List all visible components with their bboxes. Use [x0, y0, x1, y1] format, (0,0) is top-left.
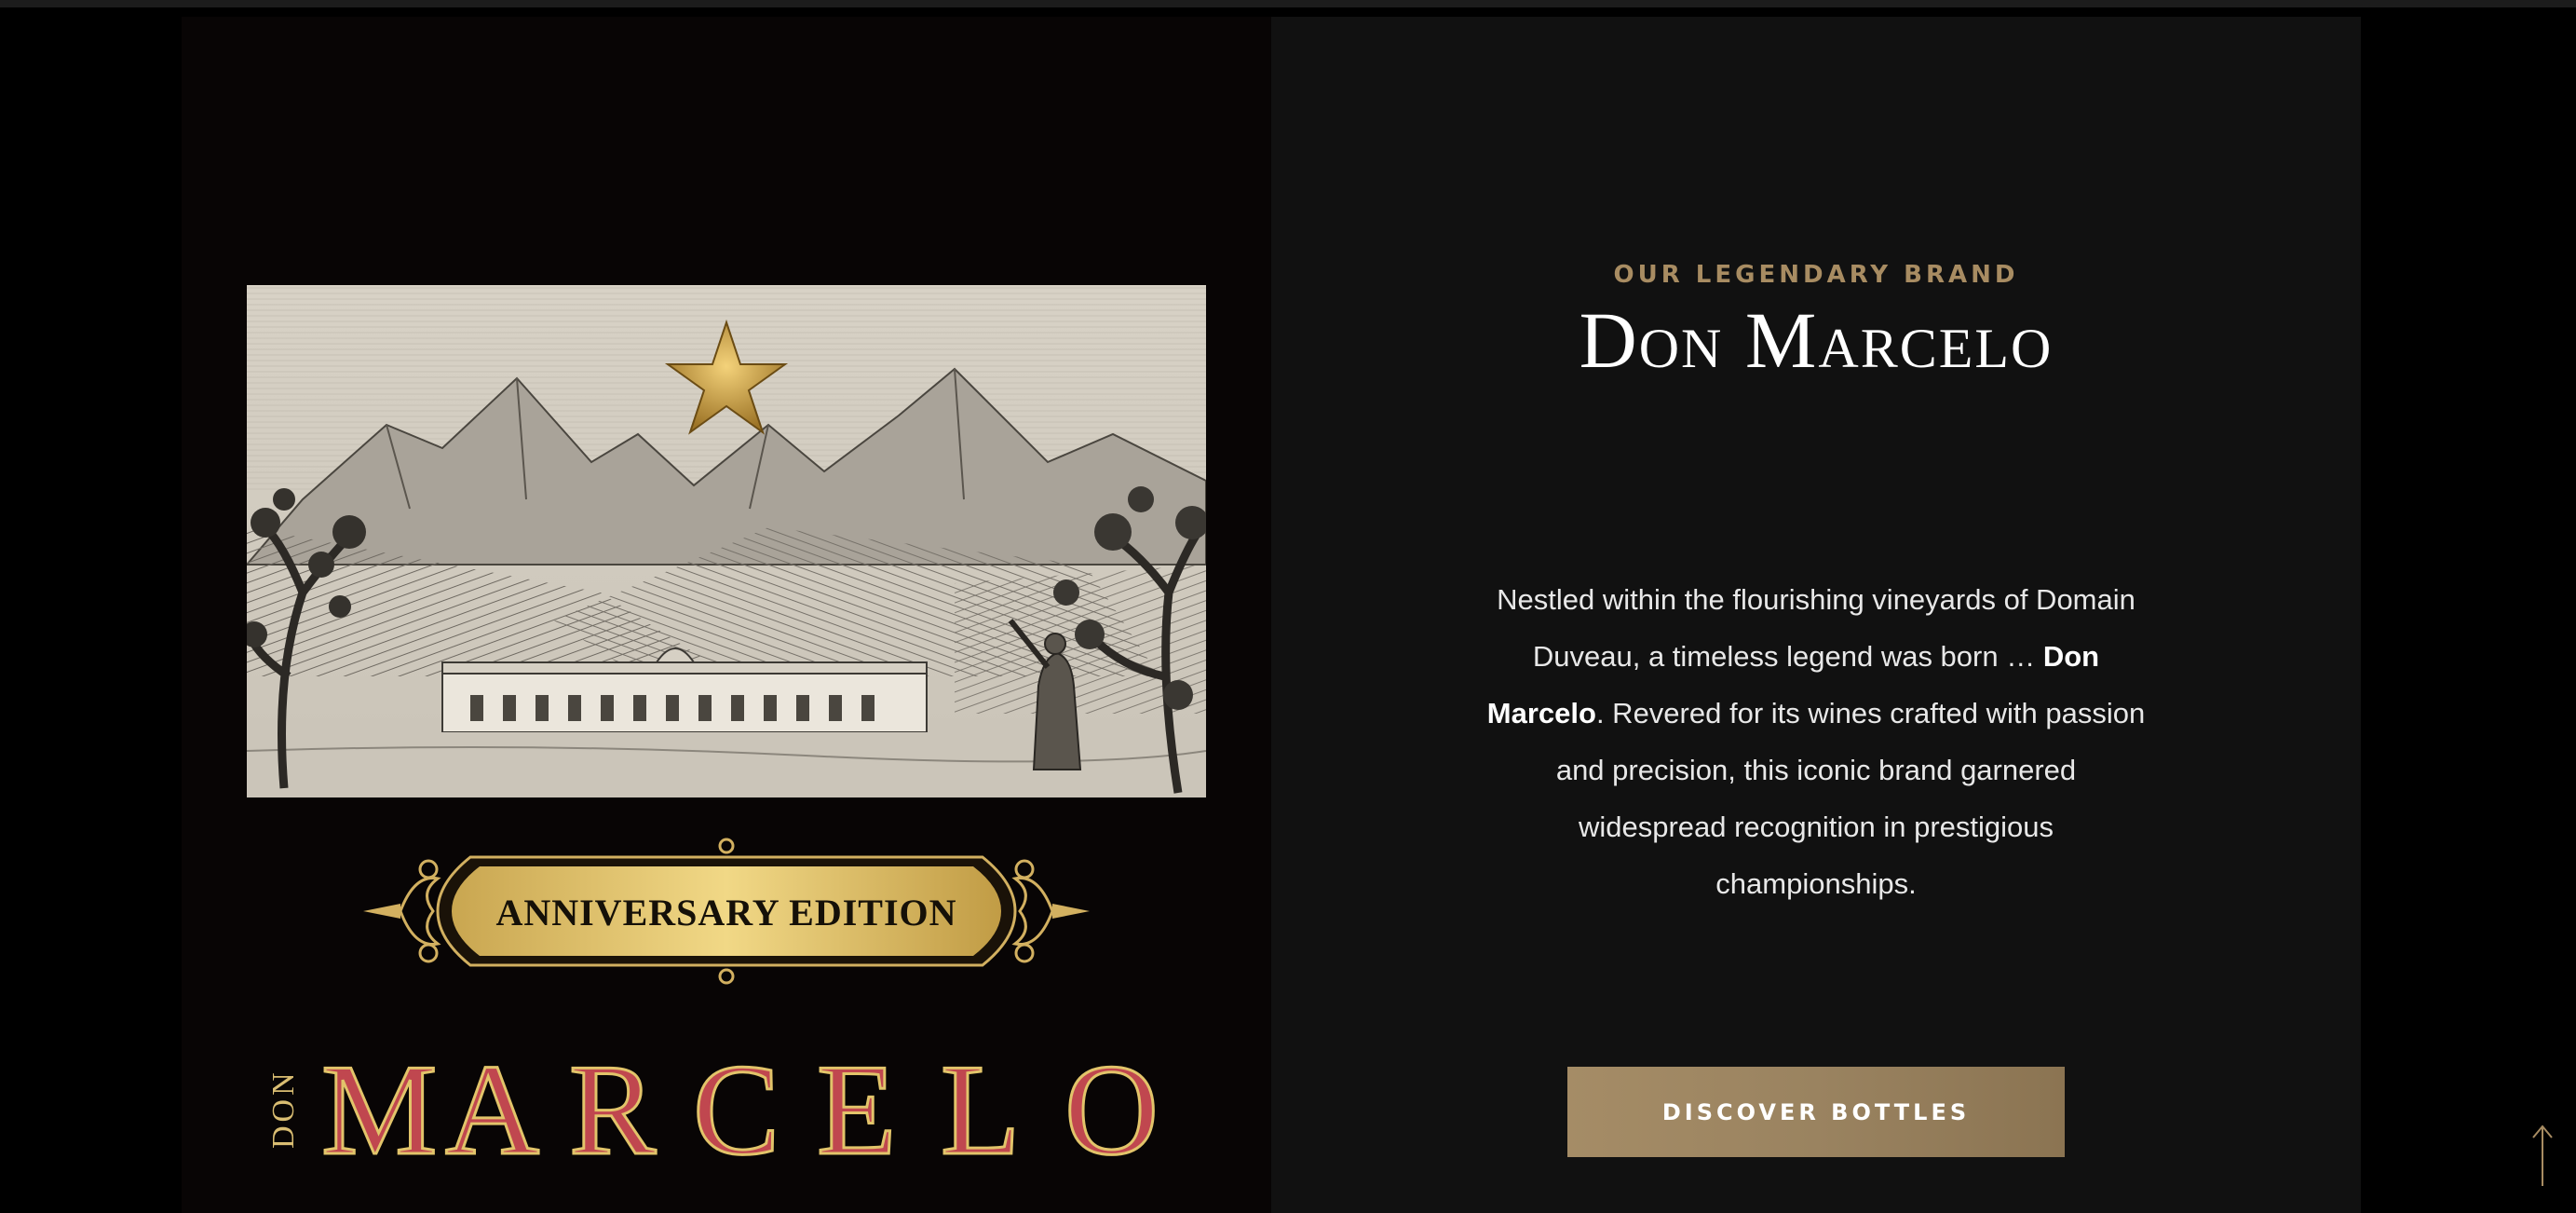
discover-bottles-button[interactable]: DISCOVER BOTTLES	[1567, 1067, 2065, 1157]
wordmark-letter: E	[817, 1038, 897, 1172]
brand-description: Nestled within the flourishing vineyards…	[1485, 571, 2147, 912]
wordmark-letter: L	[941, 1038, 1021, 1172]
wordmark-letter: M	[321, 1038, 437, 1172]
description-intro: Nestled within the flourishing vineyards…	[1497, 583, 2135, 673]
label-artwork-panel: ANNIVERSARY EDITION DON MARCELO	[182, 17, 1271, 1213]
wordmark-letter: O	[1064, 1038, 1159, 1172]
anniversary-edition-text: ANNIVERSARY EDITION	[495, 892, 956, 934]
vineyard-engraving-image	[247, 285, 1206, 797]
don-marcelo-wordmark: DON MARCELO	[266, 1037, 1160, 1173]
anniversary-edition-badge: ANNIVERSARY EDITION	[363, 838, 1090, 985]
wordmark-letter: R	[569, 1038, 657, 1172]
section-eyebrow: OUR LEGENDARY BRAND	[1613, 261, 2019, 289]
arrow-up-icon[interactable]	[2524, 1123, 2561, 1188]
brand-info-panel: OUR LEGENDARY BRAND Don Marcelo Nestled …	[1271, 17, 2361, 1213]
brand-title: Don Marcelo	[1579, 295, 2054, 385]
wordmark-letter: C	[693, 1038, 780, 1172]
description-rest: . Revered for its wines crafted with pas…	[1555, 697, 2146, 900]
page: ANNIVERSARY EDITION DON MARCELO OUR LEGE…	[0, 0, 2576, 1213]
wordmark-letter: A	[445, 1038, 539, 1172]
top-bar	[0, 0, 2576, 7]
wordmark-don-prefix: DON	[266, 1069, 301, 1149]
